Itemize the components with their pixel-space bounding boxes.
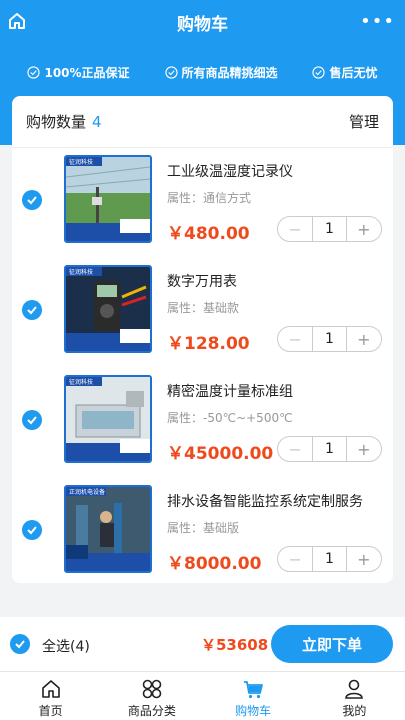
- user-icon: [345, 679, 364, 699]
- cart-count: 4: [92, 113, 102, 131]
- tab-profile[interactable]: 我的: [304, 672, 405, 720]
- decrease-button[interactable]: −: [278, 437, 312, 461]
- increase-button[interactable]: +: [347, 547, 381, 571]
- item-checkbox[interactable]: [22, 190, 42, 210]
- decrease-button[interactable]: −: [278, 217, 312, 241]
- multimeter-photo: 征润科技: [66, 267, 150, 351]
- thumb-banner: 征润科技: [69, 158, 93, 166]
- product-price: ￥45000.00: [167, 444, 274, 464]
- tab-label: 购物车: [235, 704, 272, 718]
- app-header: 购物车 •••: [0, 0, 405, 44]
- checkmark-icon: [27, 526, 37, 535]
- pump-room-photo: 正润机电设备: [66, 487, 150, 571]
- quantity-stepper: − 1 +: [277, 326, 382, 352]
- checkmark-icon: [15, 640, 25, 649]
- guarantee-item: 售后无忧: [312, 64, 377, 81]
- product-attr: 属性：基础版: [167, 521, 240, 535]
- cart-count-wrap: 购物数量 4: [26, 111, 102, 132]
- checkmark-icon: [27, 306, 37, 315]
- tab-home[interactable]: 首页: [0, 672, 101, 720]
- quantity-value[interactable]: 1: [312, 327, 347, 351]
- temperature-bath-photo: 征润科技: [66, 377, 150, 461]
- product-attr: 属性：-50℃~+500℃: [167, 411, 293, 425]
- tab-label: 我的: [342, 704, 367, 718]
- tab-cart[interactable]: 购物车: [203, 672, 304, 720]
- quantity-value[interactable]: 1: [312, 437, 347, 461]
- select-all-checkbox[interactable]: [10, 634, 30, 654]
- guarantee-label: 售后无忧: [329, 65, 378, 80]
- thumb-banner: 正润机电设备: [69, 488, 105, 496]
- guarantee-item: 所有商品精挑细选: [164, 64, 278, 81]
- decrease-button[interactable]: −: [278, 547, 312, 571]
- product-image[interactable]: 正润机电设备: [64, 485, 152, 573]
- quantity-stepper: − 1 +: [277, 216, 382, 242]
- guarantee-label: 所有商品精挑细选: [181, 65, 278, 80]
- tab-label: 首页: [38, 704, 63, 718]
- product-name[interactable]: 数字万用表: [167, 271, 237, 291]
- quantity-value[interactable]: 1: [312, 217, 347, 241]
- thumb-banner: 征润科技: [69, 268, 93, 276]
- page-title: 购物车: [177, 14, 228, 35]
- more-icon[interactable]: •••: [360, 13, 395, 31]
- item-checkbox[interactable]: [22, 520, 42, 540]
- cart-item: 征润科技 工业级温湿度记录仪 属性：通信方式 ￥480.00 − 1 +: [12, 155, 393, 247]
- product-price: ￥128.00: [167, 334, 250, 354]
- greenhouse-photo: 征润科技: [66, 157, 150, 241]
- place-order-button[interactable]: 立即下单: [271, 625, 393, 663]
- tab-label: 商品分类: [127, 704, 176, 718]
- manage-button[interactable]: 管理: [349, 111, 379, 132]
- product-attr: 属性：通信方式: [167, 191, 252, 205]
- select-all-label[interactable]: 全选(4): [42, 636, 90, 656]
- product-price: ￥8000.00: [167, 554, 262, 574]
- guarantee-bar: 100%正品保证 所有商品精挑细选 售后无忧: [0, 60, 405, 84]
- product-image[interactable]: 征润科技: [64, 375, 152, 463]
- total-price: ￥53608: [201, 636, 269, 654]
- tab-bar: 首页 商品分类 购物车 我的: [0, 671, 405, 720]
- cart-count-label: 购物数量: [26, 113, 87, 131]
- quantity-stepper: − 1 +: [277, 546, 382, 572]
- quantity-stepper: − 1 +: [277, 436, 382, 462]
- product-image[interactable]: 征润科技: [64, 155, 152, 243]
- product-name[interactable]: 精密温度计量标准组: [167, 381, 293, 401]
- cart-item: 征润科技 精密温度计量标准组 属性：-50℃~+500℃ ￥45000.00 −…: [12, 375, 393, 467]
- tab-categories[interactable]: 商品分类: [101, 672, 202, 720]
- increase-button[interactable]: +: [347, 437, 381, 461]
- checkmark-icon: [27, 416, 37, 425]
- product-name[interactable]: 排水设备智能监控系统定制服务: [167, 491, 363, 511]
- thumb-banner: 征润科技: [69, 378, 93, 386]
- product-image[interactable]: 征润科技: [64, 265, 152, 353]
- increase-button[interactable]: +: [347, 327, 381, 351]
- cart-card: 购物数量 4 管理 征润科技 工业级温湿度记录仪 属性：通信方式 ￥480.00…: [12, 96, 393, 583]
- grid-icon: [142, 679, 162, 699]
- cart-item: 征润科技 数字万用表 属性：基础款 ￥128.00 − 1 +: [12, 265, 393, 357]
- checkout-bar: 全选(4) ￥53608 立即下单: [0, 617, 405, 671]
- check-circle-icon: [164, 65, 178, 79]
- product-price: ￥480.00: [167, 224, 250, 244]
- item-checkbox[interactable]: [22, 410, 42, 430]
- guarantee-item: 100%正品保证: [27, 64, 130, 81]
- checkmark-icon: [27, 196, 37, 205]
- home-icon: [41, 680, 60, 698]
- cart-item: 正润机电设备 排水设备智能监控系统定制服务 属性：基础版 ￥8000.00 − …: [12, 485, 393, 577]
- check-circle-icon: [27, 65, 41, 79]
- home-icon[interactable]: [8, 12, 26, 30]
- item-checkbox[interactable]: [22, 300, 42, 320]
- increase-button[interactable]: +: [347, 217, 381, 241]
- quantity-value[interactable]: 1: [312, 547, 347, 571]
- decrease-button[interactable]: −: [278, 327, 312, 351]
- check-circle-icon: [312, 65, 326, 79]
- cart-icon: [244, 681, 264, 699]
- product-name[interactable]: 工业级温湿度记录仪: [167, 161, 293, 181]
- product-attr: 属性：基础款: [167, 301, 240, 315]
- guarantee-label: 100%正品保证: [44, 65, 130, 80]
- cart-header: 购物数量 4 管理: [12, 96, 393, 148]
